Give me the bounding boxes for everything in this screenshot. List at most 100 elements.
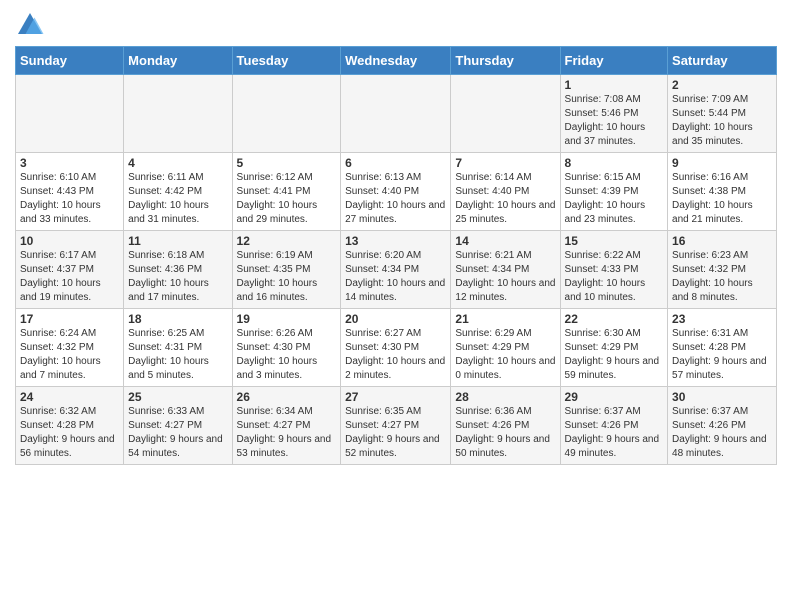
day-info: Sunrise: 6:22 AM Sunset: 4:33 PM Dayligh…	[565, 249, 664, 305]
day-number: 6	[345, 156, 446, 170]
calendar-day-header: Wednesday	[341, 47, 451, 75]
day-number: 26	[237, 390, 337, 404]
calendar-cell: 24Sunrise: 6:32 AM Sunset: 4:28 PM Dayli…	[16, 387, 124, 465]
day-number: 28	[455, 390, 555, 404]
calendar-table: SundayMondayTuesdayWednesdayThursdayFrid…	[15, 46, 777, 465]
day-number: 9	[672, 156, 772, 170]
calendar-day-header: Saturday	[668, 47, 777, 75]
day-info: Sunrise: 6:36 AM Sunset: 4:26 PM Dayligh…	[455, 405, 555, 461]
calendar-cell: 14Sunrise: 6:21 AM Sunset: 4:34 PM Dayli…	[451, 231, 560, 309]
day-number: 30	[672, 390, 772, 404]
calendar-week-row: 1Sunrise: 7:08 AM Sunset: 5:46 PM Daylig…	[16, 75, 777, 153]
calendar-cell: 22Sunrise: 6:30 AM Sunset: 4:29 PM Dayli…	[560, 309, 668, 387]
day-info: Sunrise: 6:37 AM Sunset: 4:26 PM Dayligh…	[672, 405, 772, 461]
calendar-cell	[124, 75, 232, 153]
day-number: 12	[237, 234, 337, 248]
day-info: Sunrise: 6:27 AM Sunset: 4:30 PM Dayligh…	[345, 327, 446, 383]
day-number: 10	[20, 234, 119, 248]
calendar-cell: 16Sunrise: 6:23 AM Sunset: 4:32 PM Dayli…	[668, 231, 777, 309]
day-info: Sunrise: 6:30 AM Sunset: 4:29 PM Dayligh…	[565, 327, 664, 383]
day-number: 21	[455, 312, 555, 326]
day-info: Sunrise: 6:10 AM Sunset: 4:43 PM Dayligh…	[20, 171, 119, 227]
day-number: 16	[672, 234, 772, 248]
page: SundayMondayTuesdayWednesdayThursdayFrid…	[0, 0, 792, 475]
calendar-cell: 19Sunrise: 6:26 AM Sunset: 4:30 PM Dayli…	[232, 309, 341, 387]
day-number: 27	[345, 390, 446, 404]
calendar-week-row: 10Sunrise: 6:17 AM Sunset: 4:37 PM Dayli…	[16, 231, 777, 309]
calendar-cell: 4Sunrise: 6:11 AM Sunset: 4:42 PM Daylig…	[124, 153, 232, 231]
calendar-cell: 2Sunrise: 7:09 AM Sunset: 5:44 PM Daylig…	[668, 75, 777, 153]
day-info: Sunrise: 6:13 AM Sunset: 4:40 PM Dayligh…	[345, 171, 446, 227]
calendar-cell	[341, 75, 451, 153]
day-info: Sunrise: 6:32 AM Sunset: 4:28 PM Dayligh…	[20, 405, 119, 461]
calendar-cell: 9Sunrise: 6:16 AM Sunset: 4:38 PM Daylig…	[668, 153, 777, 231]
day-info: Sunrise: 6:19 AM Sunset: 4:35 PM Dayligh…	[237, 249, 337, 305]
calendar-day-header: Thursday	[451, 47, 560, 75]
day-number: 20	[345, 312, 446, 326]
day-info: Sunrise: 6:20 AM Sunset: 4:34 PM Dayligh…	[345, 249, 446, 305]
day-info: Sunrise: 6:35 AM Sunset: 4:27 PM Dayligh…	[345, 405, 446, 461]
calendar-day-header: Sunday	[16, 47, 124, 75]
calendar-cell: 29Sunrise: 6:37 AM Sunset: 4:26 PM Dayli…	[560, 387, 668, 465]
day-number: 2	[672, 78, 772, 92]
calendar-cell: 17Sunrise: 6:24 AM Sunset: 4:32 PM Dayli…	[16, 309, 124, 387]
day-info: Sunrise: 7:08 AM Sunset: 5:46 PM Dayligh…	[565, 93, 664, 149]
calendar-cell: 5Sunrise: 6:12 AM Sunset: 4:41 PM Daylig…	[232, 153, 341, 231]
calendar-cell: 26Sunrise: 6:34 AM Sunset: 4:27 PM Dayli…	[232, 387, 341, 465]
day-number: 24	[20, 390, 119, 404]
day-info: Sunrise: 6:23 AM Sunset: 4:32 PM Dayligh…	[672, 249, 772, 305]
day-number: 1	[565, 78, 664, 92]
day-info: Sunrise: 6:31 AM Sunset: 4:28 PM Dayligh…	[672, 327, 772, 383]
calendar-cell: 30Sunrise: 6:37 AM Sunset: 4:26 PM Dayli…	[668, 387, 777, 465]
calendar-cell	[16, 75, 124, 153]
calendar-cell: 15Sunrise: 6:22 AM Sunset: 4:33 PM Dayli…	[560, 231, 668, 309]
calendar-cell	[451, 75, 560, 153]
day-info: Sunrise: 6:11 AM Sunset: 4:42 PM Dayligh…	[128, 171, 227, 227]
day-info: Sunrise: 6:29 AM Sunset: 4:29 PM Dayligh…	[455, 327, 555, 383]
calendar-week-row: 17Sunrise: 6:24 AM Sunset: 4:32 PM Dayli…	[16, 309, 777, 387]
day-number: 3	[20, 156, 119, 170]
day-info: Sunrise: 6:12 AM Sunset: 4:41 PM Dayligh…	[237, 171, 337, 227]
logo	[15, 10, 49, 40]
day-info: Sunrise: 6:18 AM Sunset: 4:36 PM Dayligh…	[128, 249, 227, 305]
day-number: 14	[455, 234, 555, 248]
calendar-cell: 10Sunrise: 6:17 AM Sunset: 4:37 PM Dayli…	[16, 231, 124, 309]
calendar-cell: 1Sunrise: 7:08 AM Sunset: 5:46 PM Daylig…	[560, 75, 668, 153]
calendar-day-header: Friday	[560, 47, 668, 75]
day-info: Sunrise: 6:33 AM Sunset: 4:27 PM Dayligh…	[128, 405, 227, 461]
calendar-cell: 12Sunrise: 6:19 AM Sunset: 4:35 PM Dayli…	[232, 231, 341, 309]
calendar-day-header: Tuesday	[232, 47, 341, 75]
day-number: 7	[455, 156, 555, 170]
day-info: Sunrise: 6:16 AM Sunset: 4:38 PM Dayligh…	[672, 171, 772, 227]
calendar-cell: 18Sunrise: 6:25 AM Sunset: 4:31 PM Dayli…	[124, 309, 232, 387]
day-info: Sunrise: 6:25 AM Sunset: 4:31 PM Dayligh…	[128, 327, 227, 383]
day-number: 19	[237, 312, 337, 326]
calendar-cell: 27Sunrise: 6:35 AM Sunset: 4:27 PM Dayli…	[341, 387, 451, 465]
calendar-cell: 8Sunrise: 6:15 AM Sunset: 4:39 PM Daylig…	[560, 153, 668, 231]
day-info: Sunrise: 6:24 AM Sunset: 4:32 PM Dayligh…	[20, 327, 119, 383]
day-info: Sunrise: 6:15 AM Sunset: 4:39 PM Dayligh…	[565, 171, 664, 227]
calendar-cell: 21Sunrise: 6:29 AM Sunset: 4:29 PM Dayli…	[451, 309, 560, 387]
day-number: 13	[345, 234, 446, 248]
day-number: 5	[237, 156, 337, 170]
day-number: 22	[565, 312, 664, 326]
day-number: 15	[565, 234, 664, 248]
day-info: Sunrise: 7:09 AM Sunset: 5:44 PM Dayligh…	[672, 93, 772, 149]
day-info: Sunrise: 6:17 AM Sunset: 4:37 PM Dayligh…	[20, 249, 119, 305]
day-number: 11	[128, 234, 227, 248]
day-number: 4	[128, 156, 227, 170]
calendar-cell	[232, 75, 341, 153]
calendar-day-header: Monday	[124, 47, 232, 75]
calendar-cell: 23Sunrise: 6:31 AM Sunset: 4:28 PM Dayli…	[668, 309, 777, 387]
day-info: Sunrise: 6:21 AM Sunset: 4:34 PM Dayligh…	[455, 249, 555, 305]
calendar-cell: 7Sunrise: 6:14 AM Sunset: 4:40 PM Daylig…	[451, 153, 560, 231]
day-info: Sunrise: 6:26 AM Sunset: 4:30 PM Dayligh…	[237, 327, 337, 383]
calendar-cell: 13Sunrise: 6:20 AM Sunset: 4:34 PM Dayli…	[341, 231, 451, 309]
day-number: 29	[565, 390, 664, 404]
logo-icon	[15, 10, 45, 40]
day-number: 18	[128, 312, 227, 326]
calendar-week-row: 24Sunrise: 6:32 AM Sunset: 4:28 PM Dayli…	[16, 387, 777, 465]
calendar-cell: 20Sunrise: 6:27 AM Sunset: 4:30 PM Dayli…	[341, 309, 451, 387]
calendar-cell: 3Sunrise: 6:10 AM Sunset: 4:43 PM Daylig…	[16, 153, 124, 231]
day-number: 8	[565, 156, 664, 170]
